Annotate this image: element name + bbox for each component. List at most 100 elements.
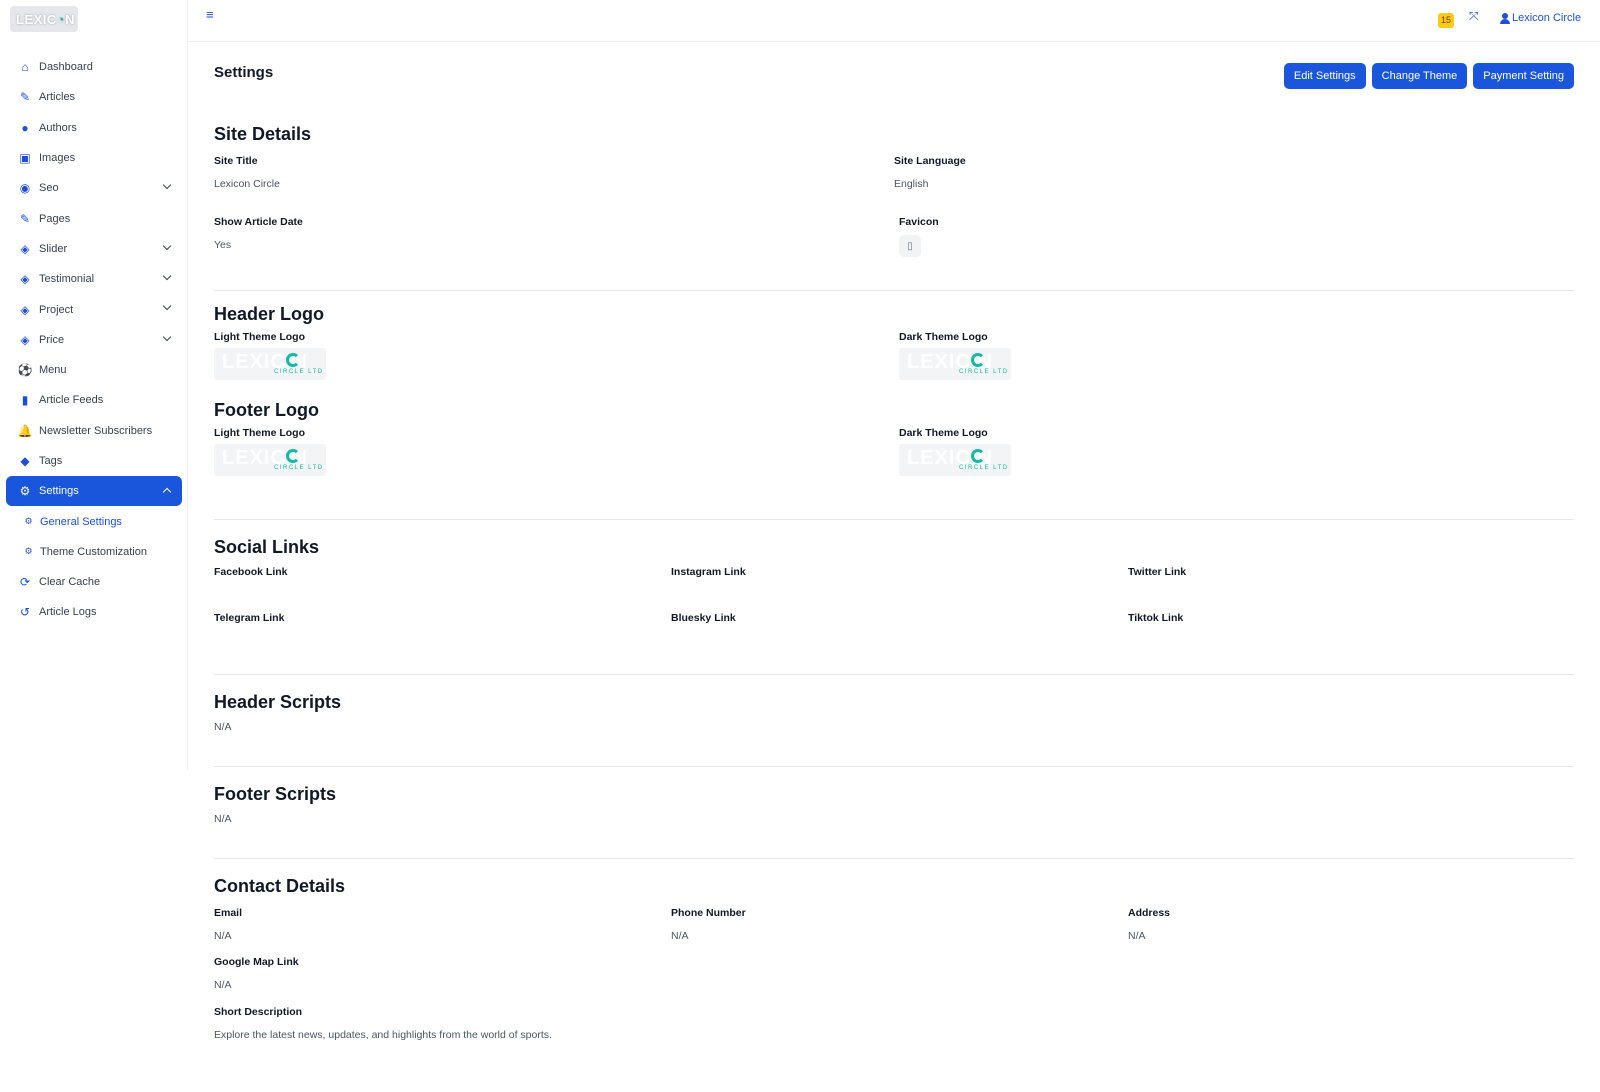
contact-details-section: Contact Details Email N/A Phone Number N… xyxy=(214,876,1574,1041)
sidebar-item-clear-cache[interactable]: ⟳ Clear Cache xyxy=(6,567,182,597)
field-value: N/A xyxy=(1128,930,1146,942)
sidebar-item-price[interactable]: ◈ Price xyxy=(6,325,182,355)
sidebar-item-menu[interactable]: ⚽ Menu xyxy=(6,355,182,385)
hamburger-menu-icon[interactable]: ≡ xyxy=(206,8,218,21)
field-value: N/A xyxy=(214,979,232,991)
footer-light-logo-field: Light Theme Logo LEXIC N CIRCLE LTD xyxy=(214,427,326,476)
sidebar: LEXIC◔N ⌂ Dashboard ✎ Articles ● Authors ▣ I… xyxy=(0,0,188,770)
sidebar-item-label: Theme Customization xyxy=(40,545,147,558)
logo-o-icon xyxy=(286,353,300,367)
field-label: Instagram Link xyxy=(671,566,746,578)
payment-setting-button[interactable]: Payment Setting xyxy=(1473,63,1574,89)
sidebar-item-label: Settings xyxy=(39,485,79,498)
sidebar-item-slider[interactable]: ◈ Slider xyxy=(6,234,182,264)
footer-scripts-section: Footer Scripts N/A xyxy=(214,784,1574,825)
sidebar-item-testimonial[interactable]: ◈ Testimonial xyxy=(6,264,182,294)
section-title: Footer Scripts xyxy=(214,784,337,804)
divider xyxy=(214,290,1574,291)
user-menu[interactable]: Lexicon Circle xyxy=(1500,12,1581,24)
social-links-section: Social Links Facebook Link Instagram Lin… xyxy=(214,537,1574,624)
change-theme-button[interactable]: Change Theme xyxy=(1371,63,1468,89)
field-label: Facebook Link xyxy=(214,566,288,578)
sidebar-item-newsletter[interactable]: 🔔 Newsletter Subscribers xyxy=(6,416,182,446)
address-field: Address N/A xyxy=(1128,907,1170,942)
sidebar-item-article-feeds[interactable]: ▮ Article Feeds xyxy=(6,385,182,415)
sidebar-item-general-settings[interactable]: ⚙ General Settings xyxy=(6,506,182,536)
logo-o-icon xyxy=(971,449,985,463)
bluesky-link-field: Bluesky Link xyxy=(671,612,736,624)
sidebar-item-dashboard[interactable]: ⌂ Dashboard xyxy=(6,52,182,82)
home-icon: ⌂ xyxy=(21,60,29,75)
sidebar-item-article-logs[interactable]: ↺ Article Logs xyxy=(6,597,182,627)
user-name: Lexicon Circle xyxy=(1512,12,1582,24)
sidebar-item-project[interactable]: ◈ Project xyxy=(6,294,182,324)
google-map-link-field: Google Map Link N/A xyxy=(214,956,299,991)
logo-o-icon xyxy=(971,353,985,367)
light-logo-image: LEXIC N CIRCLE LTD xyxy=(214,348,326,380)
site-title-field: Site Title Lexicon Circle xyxy=(214,155,280,190)
logo-text: LEXIC xyxy=(16,11,57,27)
field-value: N/A xyxy=(214,721,232,733)
chevron-down-icon xyxy=(162,241,172,251)
section-title: Contact Details xyxy=(214,876,346,896)
section-title: Social Links xyxy=(214,537,320,557)
page-title: Settings xyxy=(214,64,274,81)
sidebar-nav: ⌂ Dashboard ✎ Articles ● Authors ▣ Images ◉ S… xyxy=(6,52,182,628)
sidebar-item-theme-customization[interactable]: ⚙ Theme Customization xyxy=(6,537,182,567)
sidebar-item-label: Newsletter Subscribers xyxy=(39,424,153,437)
ball-icon: ⚽ xyxy=(17,363,33,378)
chevron-down-icon xyxy=(162,180,172,190)
sidebar-item-tags[interactable]: ◆ Tags xyxy=(6,446,182,476)
field-label: Site Language xyxy=(894,155,966,167)
sidebar-item-label: Article Logs xyxy=(39,606,97,619)
notification-count-badge: 15 xyxy=(1438,13,1454,28)
field-label: Phone Number xyxy=(671,907,746,919)
sidebar-item-seo[interactable]: ◉ Seo xyxy=(6,173,182,203)
site-details-section: Site Details Site Title Lexicon Circle S… xyxy=(214,124,1574,257)
facebook-link-field: Facebook Link xyxy=(214,566,288,578)
logo-o-icon: ◔ xyxy=(56,11,66,27)
sidebar-item-label: Authors xyxy=(39,121,77,134)
cube-icon: ◈ xyxy=(20,241,30,256)
sync-icon: ⟳ xyxy=(19,575,31,590)
sidebar-item-label: Images xyxy=(39,152,76,165)
favicon-field: Favicon ▯ xyxy=(899,216,939,257)
header-actions: Edit Settings Change Theme Payment Setti… xyxy=(1283,63,1574,89)
show-article-date-field: Show Article Date Yes xyxy=(214,216,303,251)
sidebar-item-articles[interactable]: ✎ Articles xyxy=(6,82,182,112)
chevron-up-icon xyxy=(162,487,172,497)
field-label: Email xyxy=(214,907,243,919)
history-icon: ↺ xyxy=(19,605,31,620)
edit-icon: ✎ xyxy=(19,90,31,105)
cube-icon: ◈ xyxy=(20,332,30,347)
sidebar-item-label: Menu xyxy=(39,364,67,377)
cube-icon: ◈ xyxy=(20,302,30,317)
gear-icon: ⚙ xyxy=(19,484,31,499)
edit-icon: ✎ xyxy=(19,211,31,226)
field-label: Site Title xyxy=(214,155,258,167)
sidebar-item-label: Tags xyxy=(39,455,63,467)
divider xyxy=(214,766,1574,767)
chevron-down-icon xyxy=(162,271,172,281)
sidebar-item-label: Dashboard xyxy=(39,61,93,74)
sidebar-item-settings[interactable]: ⚙ Settings xyxy=(6,476,182,507)
light-logo-image: LEXIC N CIRCLE LTD xyxy=(214,444,326,476)
fullscreen-icon[interactable]: ⤧ xyxy=(1469,9,1479,24)
edit-settings-button[interactable]: Edit Settings xyxy=(1283,63,1366,89)
field-label: Telegram Link xyxy=(214,612,285,624)
gear-icon: ⚙ xyxy=(24,546,33,557)
sidebar-item-images[interactable]: ▣ Images xyxy=(6,143,182,173)
logo-o-icon xyxy=(286,449,300,463)
field-label: Dark Theme Logo xyxy=(899,331,988,343)
chevron-down-icon xyxy=(162,332,172,341)
sidebar-item-label: General Settings xyxy=(40,515,122,528)
podcast-icon: ◉ xyxy=(19,181,31,196)
sidebar-item-label: Pages xyxy=(39,212,71,225)
brand-logo[interactable]: LEXIC◔N xyxy=(10,6,78,32)
field-label: Light Theme Logo xyxy=(214,331,305,343)
field-label: Bluesky Link xyxy=(671,612,736,624)
sidebar-item-pages[interactable]: ✎ Pages xyxy=(6,203,182,233)
notification-bell[interactable]: 15 xyxy=(1436,10,1454,28)
sidebar-item-authors[interactable]: ● Authors xyxy=(6,113,182,143)
field-value: Lexicon Circle xyxy=(214,178,280,190)
